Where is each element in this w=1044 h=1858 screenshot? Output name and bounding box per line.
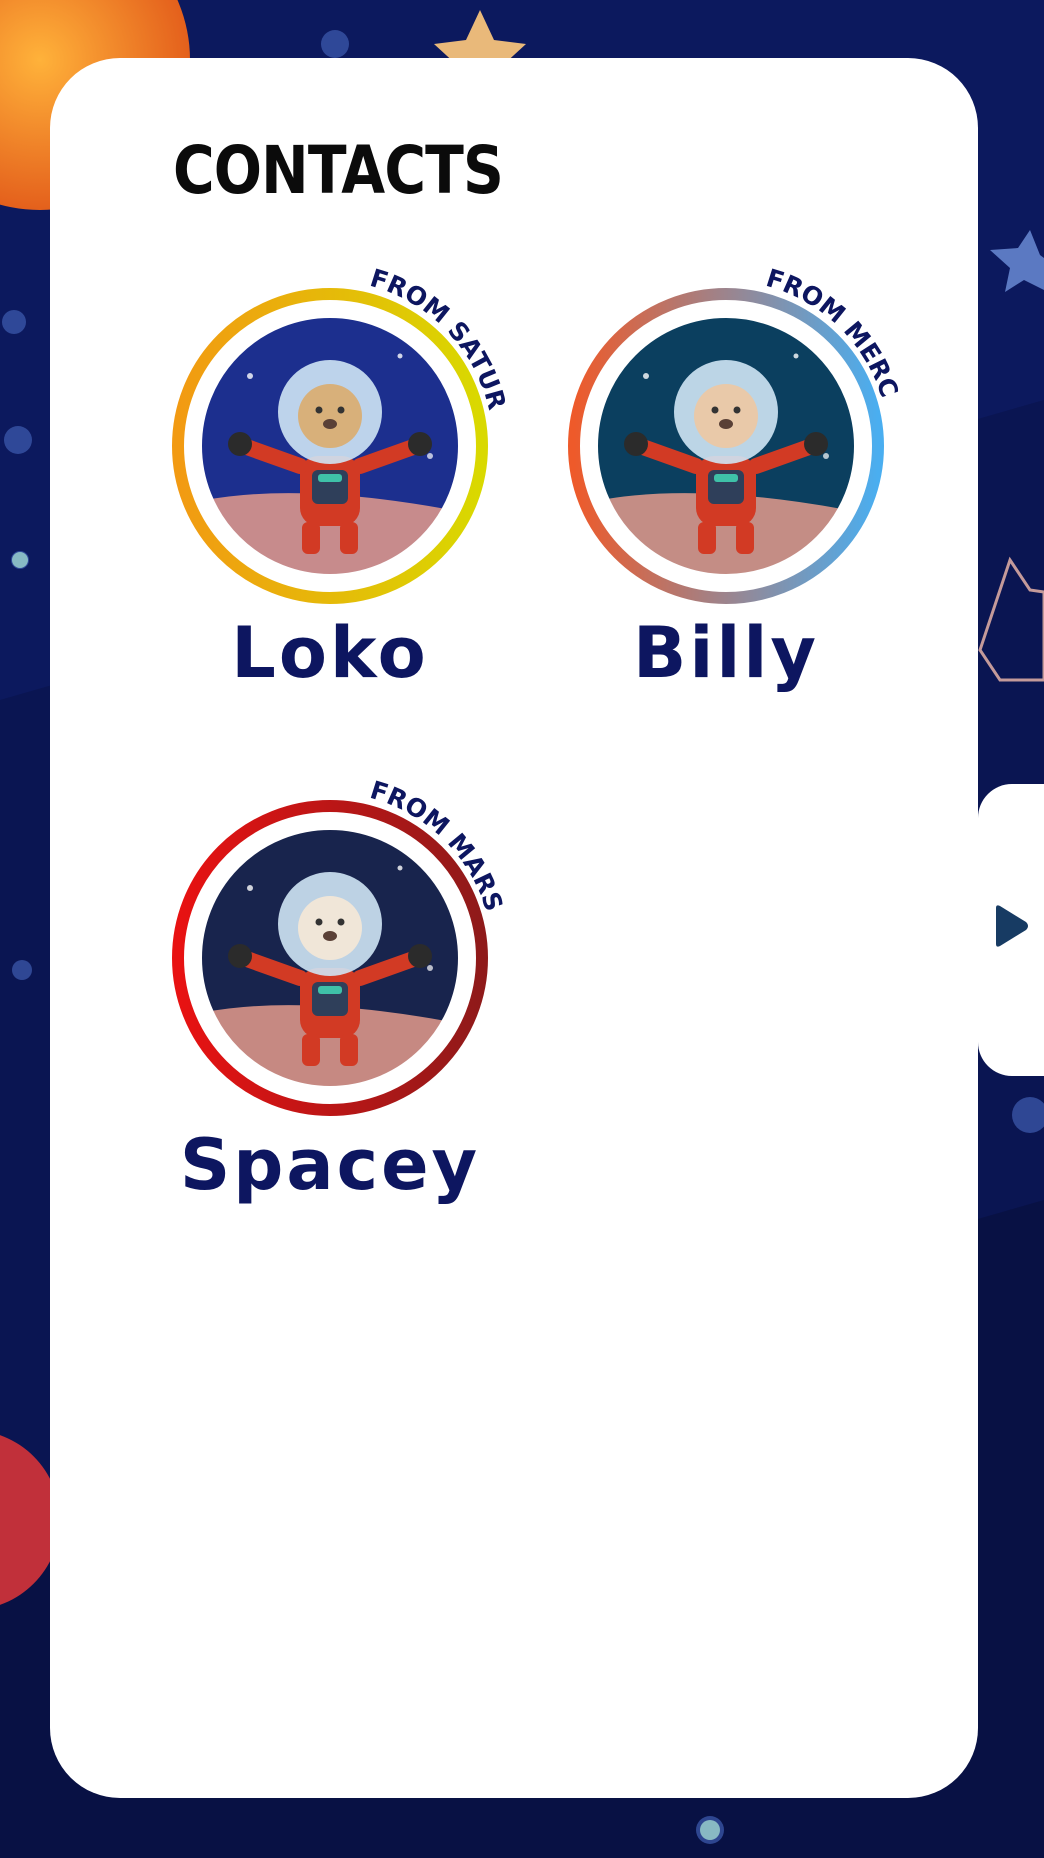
play-triangle-icon[interactable]	[990, 904, 1030, 948]
contact-name: Billy	[633, 612, 819, 694]
contact-name: Loko	[231, 612, 429, 694]
contact-card-billy[interactable]: FROM MERCURYBilly	[506, 213, 936, 696]
contact-card-loko[interactable]: FROM SATURNLoko	[110, 213, 540, 696]
next-page-tab[interactable]	[978, 784, 1044, 1076]
contact-name: Spacey	[179, 1124, 481, 1206]
contact-card-spacey[interactable]: FROM MARS Spacey	[120, 748, 540, 1208]
page-title: CONTACTS	[173, 132, 504, 209]
